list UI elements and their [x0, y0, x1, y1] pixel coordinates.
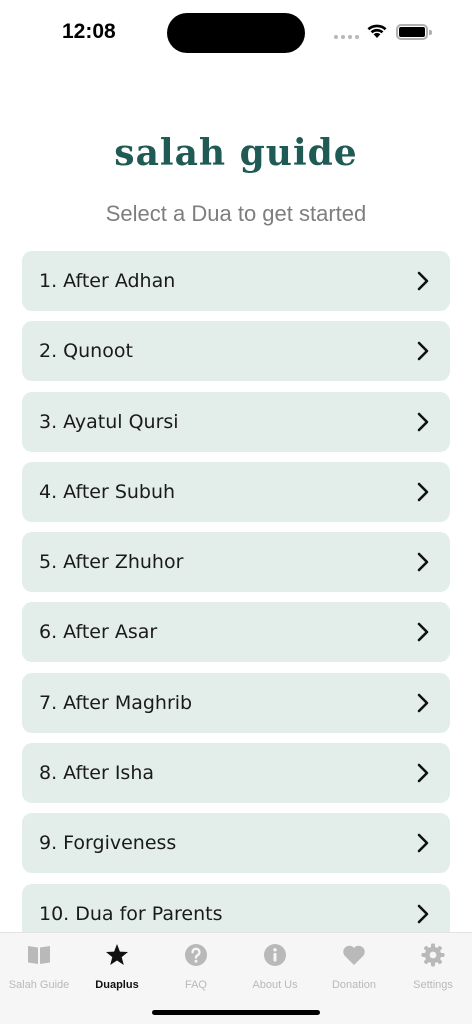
dua-item-label: 6. After Asar	[39, 621, 158, 644]
dua-item-qunoot[interactable]: 2. Qunoot	[22, 321, 450, 382]
gear-icon	[421, 943, 445, 967]
chevron-right-icon	[417, 693, 429, 713]
battery-icon	[396, 24, 432, 40]
dua-item-after-isha[interactable]: 8. After Isha	[22, 743, 450, 804]
dua-item-label: 9. Forgiveness	[39, 832, 177, 855]
tab-bar: Salah Guide Duaplus FAQ About Us Donatio…	[0, 932, 472, 1024]
dua-item-label: 5. After Zhuhor	[39, 551, 184, 574]
dua-item-forgiveness[interactable]: 9. Forgiveness	[22, 813, 450, 874]
chevron-right-icon	[417, 623, 429, 642]
chevron-right-icon	[417, 763, 429, 783]
star-icon	[106, 944, 128, 965]
dua-item-label: 8. After Isha	[39, 762, 155, 785]
chevron-right-icon	[417, 341, 429, 361]
wifi-icon	[367, 24, 387, 38]
cellular-signal-icon	[334, 35, 360, 39]
dua-item-after-zhuhor[interactable]: 5. After Zhuhor	[22, 532, 450, 593]
dua-item-label: 3. Ayatul Qursi	[39, 410, 179, 433]
tab-label: Settings	[413, 979, 453, 991]
tab-label: Duaplus	[95, 979, 139, 991]
dua-item-after-asar[interactable]: 6. After Asar	[22, 602, 450, 663]
dynamic-island	[167, 13, 305, 53]
chevron-right-icon	[417, 271, 429, 291]
home-indicator[interactable]	[152, 1010, 320, 1015]
tab-label: Salah Guide	[8, 979, 70, 991]
dua-item-label: 4. After Subuh	[39, 480, 176, 503]
tab-label: About Us	[252, 979, 298, 991]
heart-icon	[343, 945, 365, 965]
question-icon	[185, 944, 207, 966]
page-subtitle: Select a Dua to get started	[105, 201, 367, 226]
tab-salah-guide[interactable]: Salah Guide	[0, 939, 78, 995]
dua-item-label: 7. After Maghrib	[39, 691, 193, 714]
tab-label: FAQ	[184, 979, 207, 991]
chevron-right-icon	[417, 482, 429, 502]
chevron-right-icon	[417, 552, 429, 572]
dua-list: 1. After Adhan 2. Qunoot 3. Ayatul Qursi…	[22, 251, 450, 954]
dua-item-label: 2. Qunoot	[39, 340, 133, 363]
tab-faq[interactable]: FAQ	[157, 939, 235, 995]
tab-about-us[interactable]: About Us	[236, 939, 314, 995]
dua-item-ayatul-qursi[interactable]: 3. Ayatul Qursi	[22, 391, 450, 452]
info-icon	[264, 944, 286, 966]
tab-settings[interactable]: Settings	[394, 939, 472, 995]
app-logo: salah guide	[114, 132, 358, 174]
dua-item-after-maghrib[interactable]: 7. After Maghrib	[22, 672, 450, 733]
book-icon	[28, 946, 50, 964]
tab-duaplus[interactable]: Duaplus	[78, 939, 156, 995]
chevron-right-icon	[417, 412, 429, 431]
tab-donation[interactable]: Donation	[315, 939, 393, 995]
dua-item-after-subuh[interactable]: 4. After Subuh	[22, 461, 450, 522]
chevron-right-icon	[417, 834, 429, 853]
status-bar: 12:08	[0, 0, 472, 64]
status-time: 12:08	[62, 20, 116, 43]
dua-item-label: 1. After Adhan	[39, 270, 176, 292]
dua-item-after-adhan[interactable]: 1. After Adhan	[22, 251, 450, 311]
chevron-right-icon	[417, 904, 429, 923]
tab-label: Donation	[331, 979, 377, 991]
